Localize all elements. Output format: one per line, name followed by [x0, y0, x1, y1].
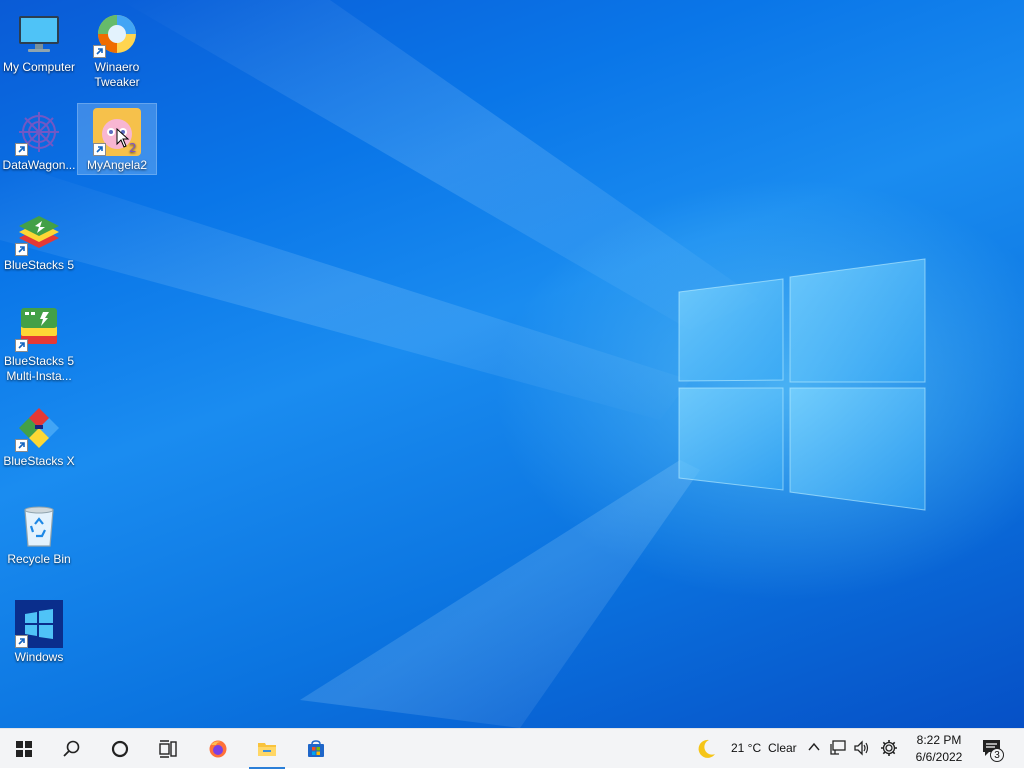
shortcut-arrow-icon — [15, 339, 28, 352]
monitor-icon — [15, 10, 63, 58]
desktop-icon-my-computer[interactable]: My Computer — [0, 6, 78, 86]
settings-button[interactable] — [880, 739, 900, 759]
chevron-up-icon — [808, 742, 820, 751]
task-view-icon — [159, 740, 177, 758]
weather-widget-button[interactable] — [694, 737, 720, 761]
desktop-icon-winaero-tweaker[interactable]: Winaero Tweaker — [78, 6, 156, 92]
notification-center-button[interactable]: 3 — [980, 737, 1006, 763]
desktop-icon-datawagon[interactable]: DataWagon... — [0, 104, 78, 174]
clock-date: 6/6/2022 — [915, 750, 963, 764]
show-hidden-icons-button[interactable] — [806, 739, 824, 759]
svg-text:2: 2 — [129, 141, 137, 155]
desktop-icon-recycle-bin[interactable]: Recycle Bin — [0, 498, 78, 568]
notification-count-badge: 3 — [990, 748, 1004, 762]
desktop-icon-windows[interactable]: Windows — [0, 596, 78, 666]
cortana-button[interactable] — [96, 729, 144, 769]
taskbar: 21 °C Clear 8:22 PM 6/6/2022 3 — [0, 728, 1024, 769]
start-button[interactable] — [0, 729, 48, 769]
desktop[interactable]: My Computer Winaero Tweaker DataWagon...… — [0, 0, 1024, 728]
speaker-icon — [854, 740, 869, 756]
shortcut-arrow-icon — [15, 635, 28, 648]
bluestacks-icon — [15, 208, 63, 256]
desktop-icon-bluestacks-x[interactable]: BlueStacks X — [0, 400, 78, 470]
bluestacks-multi-instance-icon — [15, 304, 63, 352]
file-explorer-icon — [258, 743, 276, 756]
shortcut-arrow-icon — [15, 439, 28, 452]
gear-icon — [881, 740, 897, 756]
datawagon-icon — [15, 108, 63, 156]
taskbar-firefox[interactable] — [194, 729, 242, 769]
desktop-icon-bluestacks-multi-instance[interactable]: BlueStacks 5 Multi-Insta... — [0, 300, 78, 386]
search-icon — [63, 740, 80, 757]
shortcut-arrow-icon — [15, 243, 28, 256]
windows-start-icon — [16, 741, 32, 757]
taskbar-file-explorer[interactable] — [243, 729, 291, 769]
shortcut-arrow-icon — [93, 45, 106, 58]
weather-temperature[interactable]: 21 °C — [731, 741, 761, 755]
volume-button[interactable] — [853, 739, 873, 759]
task-view-button[interactable] — [144, 729, 192, 769]
shortcut-arrow-icon — [15, 143, 28, 156]
firefox-icon — [209, 740, 227, 758]
winaero-tweaker-icon — [93, 10, 141, 58]
desktop-icon-bluestacks-5[interactable]: BlueStacks 5 — [0, 204, 78, 274]
cortana-circle-icon — [111, 740, 129, 758]
bluestacks-x-icon — [15, 404, 63, 452]
mouse-cursor-icon — [116, 128, 130, 148]
clock[interactable]: 8:22 PM 6/6/2022 — [904, 732, 974, 766]
network-ethernet-icon — [830, 740, 846, 755]
clock-time: 8:22 PM — [916, 733, 962, 747]
weather-condition[interactable]: Clear — [768, 741, 797, 755]
moon-icon — [698, 739, 715, 758]
microsoft-store-icon — [308, 740, 324, 757]
windows-logo-icon — [15, 600, 63, 648]
taskbar-microsoft-store[interactable] — [292, 729, 340, 769]
recycle-bin-icon — [15, 502, 63, 550]
network-button[interactable] — [829, 739, 849, 759]
search-button[interactable] — [48, 729, 96, 769]
shortcut-arrow-icon — [93, 143, 106, 156]
